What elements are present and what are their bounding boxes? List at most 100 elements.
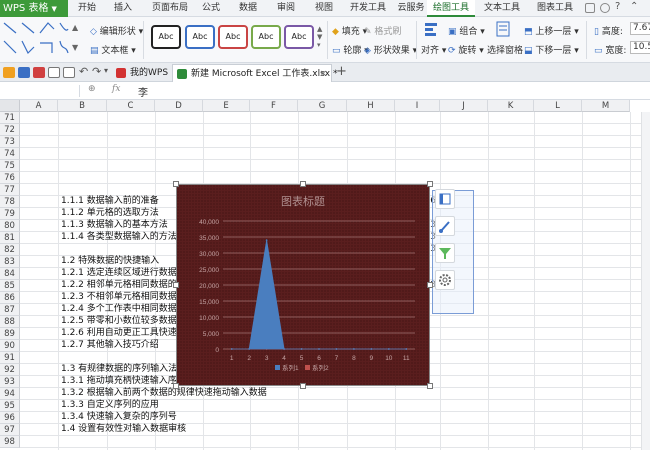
shape-style-black[interactable]: Abc	[151, 25, 181, 49]
menu-tab-home[interactable]: 开始	[72, 0, 102, 17]
send-backward-button[interactable]: ⬓ 下移一层 ▾	[524, 43, 579, 56]
fx-label[interactable]: fx	[112, 84, 120, 94]
row-header-98[interactable]: 98	[0, 436, 20, 448]
tab-my-wps[interactable]: 我的WPS	[112, 64, 170, 82]
resize-handle[interactable]	[427, 282, 433, 288]
smile-icon[interactable]	[600, 3, 610, 13]
row-header-95[interactable]: 95	[0, 400, 20, 412]
new-tab-button[interactable]: +	[336, 64, 347, 79]
name-box[interactable]	[4, 85, 80, 97]
menu-tab-cloud[interactable]: 云服务	[393, 0, 429, 17]
row-header-72[interactable]: 72	[0, 124, 20, 136]
row-header-93[interactable]: 93	[0, 376, 20, 388]
resize-handle[interactable]	[173, 282, 179, 288]
cell-b94[interactable]: 1.3.2 根据输入前两个数据的规律快速拖动输入数据	[61, 388, 267, 399]
menu-tab-chart-tools[interactable]: 图表工具	[531, 0, 579, 17]
row-header-86[interactable]: 86	[0, 292, 20, 304]
menu-tab-review[interactable]: 审阅	[271, 0, 301, 17]
row-header-91[interactable]: 91	[0, 352, 20, 364]
shape-effects-button[interactable]: ◈ 形状效果 ▾	[364, 43, 417, 56]
shape-style-green[interactable]: Abc	[251, 25, 281, 49]
edit-shape-button[interactable]: ◇ 编辑形状 ▾	[90, 24, 143, 37]
scroll-up-icon[interactable]: ▲	[72, 23, 78, 32]
menu-tab-page-layout[interactable]: 页面布局	[146, 0, 194, 17]
row-header-79[interactable]: 79	[0, 208, 20, 220]
group-button[interactable]: ▣ 组合 ▾	[448, 24, 485, 37]
window-icon[interactable]	[585, 3, 595, 13]
shape-style-purple[interactable]: Abc	[284, 25, 314, 49]
resize-handle[interactable]	[300, 383, 306, 389]
column-header-i[interactable]: I	[395, 100, 440, 112]
formula-input[interactable]: 李	[138, 84, 148, 99]
cell-b80[interactable]: 1.1.3 数据输入的基本方法	[61, 220, 168, 231]
app-menu-button[interactable]: WPS 表格 ▼	[0, 0, 68, 17]
row-header-82[interactable]: 82	[0, 244, 20, 256]
text-box-button[interactable]: ▤ 文本框 ▾	[90, 43, 136, 56]
row-header-81[interactable]: 81	[0, 232, 20, 244]
row-header-97[interactable]: 97	[0, 424, 20, 436]
column-header-k[interactable]: K	[488, 100, 534, 112]
column-header-g[interactable]: G	[298, 100, 347, 112]
cell-b81[interactable]: 1.1.4 各类型数据输入的方法	[61, 232, 177, 243]
row-header-71[interactable]: 71	[0, 112, 20, 124]
row-header-74[interactable]: 74	[0, 148, 20, 160]
menu-tab-insert[interactable]: 插入	[108, 0, 138, 17]
menu-tab-formula[interactable]: 公式	[196, 0, 226, 17]
print-preview-icon[interactable]	[63, 67, 75, 78]
print-icon[interactable]	[48, 67, 60, 78]
chart-filter-icon[interactable]	[435, 243, 455, 263]
selection-pane-button[interactable]: 选择窗格	[487, 43, 523, 56]
collapse-ribbon-icon[interactable]: ⌃	[630, 1, 638, 12]
align-button[interactable]: 对齐 ▾	[421, 43, 446, 56]
shape-style-red[interactable]: Abc	[218, 25, 248, 49]
format-brush-button[interactable]: ✎ 格式刷	[364, 24, 401, 37]
zoom-icon[interactable]: ⊕	[88, 84, 96, 94]
fill-button[interactable]: ◆ 填充 ▾	[332, 24, 367, 37]
resize-handle[interactable]	[427, 181, 433, 187]
column-header-f[interactable]: F	[250, 100, 298, 112]
close-icon[interactable]: ×	[319, 65, 327, 83]
row-header-78[interactable]: 78	[0, 196, 20, 208]
column-header-h[interactable]: H	[347, 100, 395, 112]
row-header-85[interactable]: 85	[0, 280, 20, 292]
row-header-84[interactable]: 84	[0, 268, 20, 280]
row-header-96[interactable]: 96	[0, 412, 20, 424]
cell-b89[interactable]: 1.2.6 利用自动更正工具快速输入	[61, 328, 195, 339]
menu-tab-data[interactable]: 数据	[233, 0, 263, 17]
row-header-75[interactable]: 75	[0, 160, 20, 172]
pdf-icon[interactable]	[33, 67, 45, 78]
cell-b92[interactable]: 1.3 有规律数据的序列输入法	[61, 364, 177, 375]
cell-b78[interactable]: 1.1.1 数据输入前的准备	[61, 196, 159, 207]
chart[interactable]: 图表标题 40,000 35,000 30,000 25,000 20,000 15,00…	[176, 184, 430, 386]
row-header-89[interactable]: 89	[0, 328, 20, 340]
cell-b97[interactable]: 1.4 设置有效性对输入数据审核	[61, 424, 186, 435]
column-header-b[interactable]: B	[58, 100, 107, 112]
row-header-92[interactable]: 92	[0, 364, 20, 376]
menu-tab-drawing-tools[interactable]: 绘图工具	[427, 0, 475, 17]
row-header-73[interactable]: 73	[0, 136, 20, 148]
style-gallery-scroll-icon[interactable]: ▲ ▼ ▾	[317, 25, 322, 49]
resize-handle[interactable]	[173, 181, 179, 187]
row-header-83[interactable]: 83	[0, 256, 20, 268]
resize-handle[interactable]	[427, 383, 433, 389]
column-header-m[interactable]: M	[582, 100, 630, 112]
column-header-d[interactable]: D	[155, 100, 203, 112]
more-shapes-icon[interactable]: ▼	[72, 43, 78, 52]
row-header-90[interactable]: 90	[0, 340, 20, 352]
chart-style-brush-icon[interactable]	[435, 216, 455, 236]
column-header-e[interactable]: E	[203, 100, 250, 112]
menu-tab-view[interactable]: 视图	[309, 0, 339, 17]
shape-style-blue[interactable]: Abc	[185, 25, 215, 49]
column-header-a[interactable]: A	[20, 100, 58, 112]
height-input[interactable]: 7.67	[630, 22, 650, 35]
redo-icon[interactable]: ↷	[92, 65, 101, 78]
resize-handle[interactable]	[173, 383, 179, 389]
chart-settings-gear-icon[interactable]	[435, 270, 455, 290]
width-input[interactable]: 10.56	[630, 41, 650, 54]
save-icon[interactable]	[18, 67, 30, 78]
column-header-l[interactable]: L	[534, 100, 582, 112]
menu-tab-text-tools[interactable]: 文本工具	[478, 0, 526, 17]
cell-b96[interactable]: 1.3.4 快速输入复杂的序列号	[61, 412, 177, 423]
row-header-76[interactable]: 76	[0, 172, 20, 184]
column-header-j[interactable]: J	[440, 100, 488, 112]
